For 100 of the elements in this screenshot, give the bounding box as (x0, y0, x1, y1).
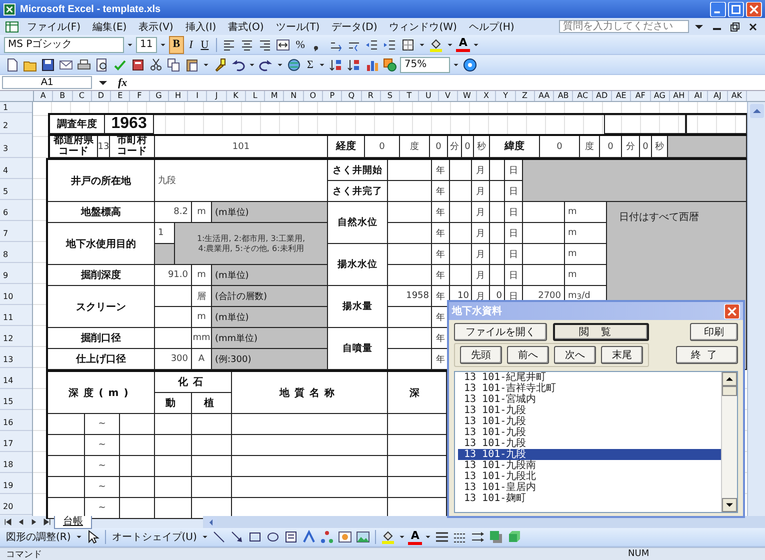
list-item[interactable]: 13 101-皇居内 (458, 482, 721, 493)
column-header[interactable]: Z (516, 91, 535, 101)
column-header[interactable]: AE (612, 91, 632, 101)
dialog-button[interactable]: 閲覧 (553, 323, 649, 341)
row-header[interactable]: 20 (0, 494, 32, 515)
autoshapes-menu[interactable]: オートシェイプ(U) (110, 530, 199, 544)
list-item[interactable]: 13 101-九段 (458, 427, 721, 438)
underline-button[interactable]: U (198, 36, 212, 52)
column-header[interactable]: L (246, 91, 266, 101)
merge-cells-icon[interactable] (276, 38, 290, 52)
column-header[interactable]: AF (631, 91, 650, 101)
arrow-style-icon[interactable] (471, 530, 486, 544)
list-item[interactable]: 13 101-九段 (458, 405, 721, 416)
decrease-indent-icon[interactable] (364, 38, 379, 52)
insert-function-button[interactable]: fx (114, 76, 132, 88)
wordart-icon[interactable] (302, 530, 316, 544)
column-header[interactable]: M (265, 91, 284, 101)
pointer-icon[interactable] (86, 530, 100, 544)
save-icon[interactable] (41, 58, 55, 72)
zoom-select[interactable]: 75% (400, 56, 450, 72)
menu-item[interactable]: 挿入(I) (180, 20, 222, 34)
navigation-button[interactable]: 次へ (554, 346, 596, 364)
column-header[interactable]: K (226, 91, 246, 101)
dialog-button[interactable]: 印刷 (690, 323, 738, 341)
menu-item[interactable]: ツール(T) (270, 20, 325, 34)
menu-item[interactable]: 表示(V) (134, 20, 178, 34)
menu-item[interactable]: 編集(E) (88, 20, 132, 34)
record-list[interactable]: 13 101-紀尾井町 13 101-吉祥寺北町 13 101-宮城内 13 101-九段 13 101-九段 13 101-九段 13 101-九段 13 101-九段 13 101-九段南 13 101-九段北 13 101-皇居内 13 101-麹町 (454, 371, 738, 513)
scroll-down-icon[interactable] (722, 498, 737, 512)
diagram-icon[interactable] (320, 530, 334, 544)
autosum-button[interactable]: Σ (304, 56, 316, 72)
drawing-icon[interactable] (383, 58, 398, 72)
menu-item[interactable]: ヘルプ(H) (464, 20, 520, 34)
sort-ascending-icon[interactable] (329, 58, 344, 72)
book-icon[interactable] (131, 58, 145, 72)
row-header[interactable]: 7 (0, 221, 32, 242)
printer-icon[interactable] (77, 58, 91, 72)
column-header[interactable]: AB (554, 91, 574, 101)
column-header[interactable]: J (207, 91, 227, 101)
fill-bucket-icon[interactable] (380, 530, 395, 544)
oval-icon[interactable] (266, 530, 280, 544)
row-header[interactable]: 4 (0, 158, 32, 179)
maximize-icon[interactable] (728, 2, 744, 16)
menu-item[interactable]: 書式(O) (223, 20, 269, 34)
row-header[interactable]: 1 (0, 102, 32, 113)
rectangle-icon[interactable] (248, 530, 262, 544)
dialog-button[interactable]: ファイルを開く (454, 323, 547, 341)
copy-icon[interactable] (167, 58, 181, 72)
fill-bucket-icon[interactable] (428, 38, 443, 52)
last-sheet-icon[interactable] (42, 517, 52, 527)
row-header[interactable]: 16 (0, 410, 32, 431)
clip-art-icon[interactable] (338, 530, 352, 544)
list-item[interactable]: 13 101-九段南 (458, 460, 721, 471)
menu-item[interactable]: ウィンドウ(W) (384, 20, 462, 34)
name-box[interactable]: A1 (2, 76, 92, 89)
column-header[interactable]: W (458, 91, 478, 101)
column-header[interactable]: AJ (708, 91, 728, 101)
list-item[interactable]: 13 101-吉祥寺北町 (458, 383, 721, 394)
align-left-icon[interactable] (222, 38, 236, 52)
row-header[interactable]: 11 (0, 305, 32, 326)
list-item[interactable]: 13 101-九段 (458, 449, 721, 460)
row-header[interactable]: 17 (0, 431, 32, 452)
column-header[interactable]: E (111, 91, 130, 101)
percent-button[interactable]: % (292, 36, 308, 52)
line-style-icon[interactable] (435, 530, 450, 544)
restore-icon[interactable] (728, 20, 742, 34)
list-item[interactable]: 13 101-紀尾井町 (458, 372, 721, 383)
menu-item[interactable]: ファイル(F) (22, 20, 86, 34)
image-icon[interactable] (356, 530, 370, 544)
list-item[interactable]: 13 101-九段 (458, 416, 721, 427)
brush-icon[interactable] (213, 58, 227, 72)
clipboard-icon[interactable] (185, 58, 199, 72)
draw-menu[interactable]: 図形の調整(R) (4, 530, 73, 544)
help-search-field[interactable]: 質問を入力してください (559, 20, 689, 33)
column-header[interactable]: O (304, 91, 323, 101)
menu-item[interactable]: データ(D) (326, 20, 382, 34)
navigation-button[interactable]: 末尾 (601, 346, 643, 364)
column-header[interactable]: AG (650, 91, 670, 101)
row-header[interactable]: 2 (0, 113, 32, 134)
sort-descending-icon[interactable] (347, 58, 362, 72)
row-header[interactable]: 8 (0, 242, 32, 263)
column-header[interactable]: Q (342, 91, 362, 101)
font-select[interactable]: MS Pゴシック (4, 36, 124, 52)
row-header[interactable]: 13 (0, 347, 32, 368)
line-icon[interactable] (212, 530, 226, 544)
new-document-icon[interactable] (5, 58, 19, 72)
row-header[interactable]: 19 (0, 473, 32, 494)
scroll-up-icon[interactable] (722, 372, 737, 386)
column-header[interactable]: AK (728, 91, 747, 101)
column-header[interactable]: AH (670, 91, 690, 101)
align-center-icon[interactable] (240, 38, 254, 52)
text-box-icon[interactable] (284, 530, 298, 544)
first-sheet-icon[interactable] (3, 517, 13, 527)
column-header[interactable]: N (284, 91, 304, 101)
column-header[interactable]: AI (689, 91, 708, 101)
row-header[interactable]: 18 (0, 452, 32, 473)
column-header[interactable]: V (438, 91, 458, 101)
list-scrollbar[interactable] (721, 372, 737, 512)
column-header[interactable]: H (168, 91, 188, 101)
font-color-button[interactable]: A (456, 37, 470, 52)
